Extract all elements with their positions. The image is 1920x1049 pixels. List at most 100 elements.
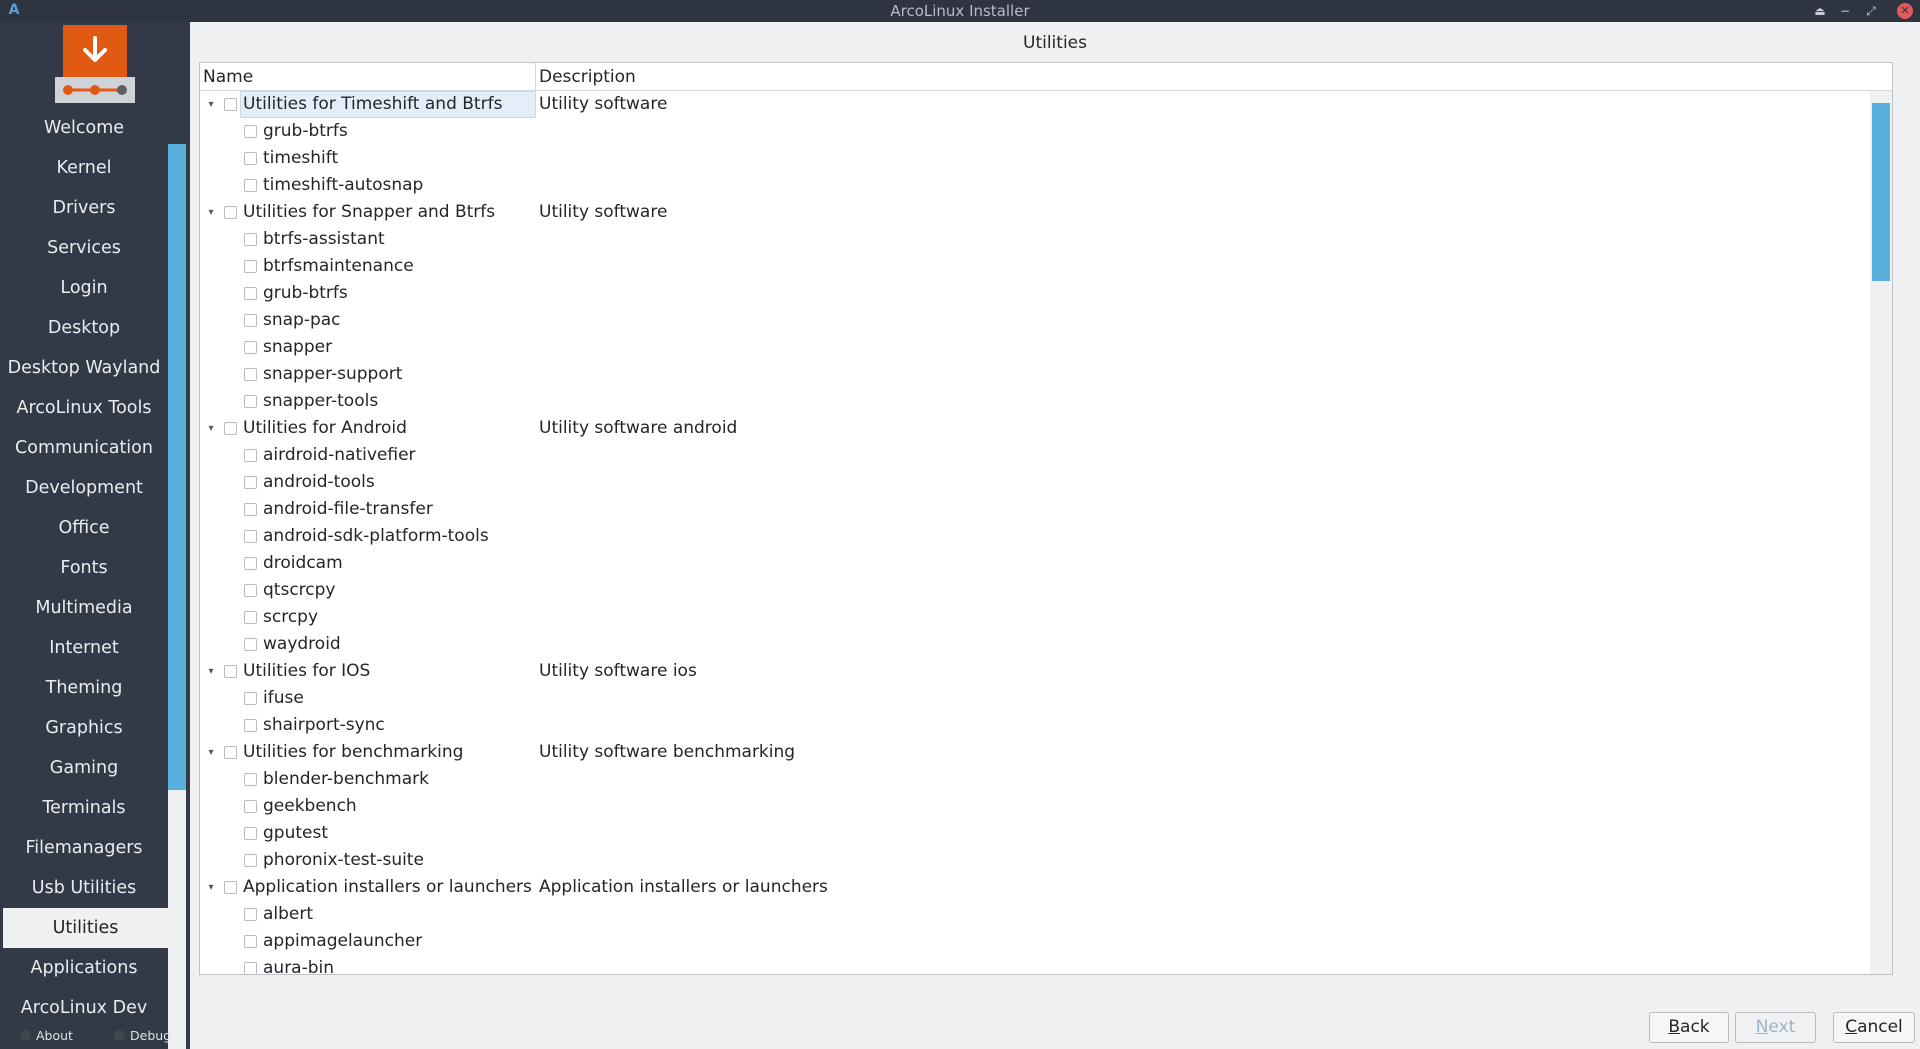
tree-group-row[interactable]: ▾ Utilities for Android Utility software a…	[200, 415, 1872, 442]
tree-package-row[interactable]: blender-benchmark	[200, 766, 1872, 793]
sidebar-item-desktop-wayland[interactable]: Desktop Wayland	[0, 348, 168, 388]
sidebar-item-theming[interactable]: Theming	[0, 668, 168, 708]
back-button[interactable]: Back	[1649, 1012, 1729, 1043]
package-checkbox[interactable]	[244, 341, 257, 354]
tree-package-row[interactable]: snapper-tools	[200, 388, 1872, 415]
tree-package-row[interactable]: android-sdk-platform-tools	[200, 523, 1872, 550]
package-checkbox[interactable]	[244, 935, 257, 948]
tree-package-row[interactable]: timeshift	[200, 145, 1872, 172]
sidebar-item-kernel[interactable]: Kernel	[0, 148, 168, 188]
sidebar-item-multimedia[interactable]: Multimedia	[0, 588, 168, 628]
tree-package-row[interactable]: phoronix-test-suite	[200, 847, 1872, 874]
tree-group-row[interactable]: ▾ Application installers or launchers Appl…	[200, 874, 1872, 901]
sidebar-item-arcolinux-tools[interactable]: ArcoLinux Tools	[0, 388, 168, 428]
package-checkbox[interactable]	[244, 611, 257, 624]
sidebar-item-login[interactable]: Login	[0, 268, 168, 308]
sidebar-item-arcolinux-dev[interactable]: ArcoLinux Dev	[0, 988, 168, 1028]
column-header-description[interactable]: Description	[536, 63, 636, 91]
sidebar-item-filemanagers[interactable]: Filemanagers	[0, 828, 168, 868]
tree-package-row[interactable]: snapper-support	[200, 361, 1872, 388]
tree-package-row[interactable]: btrfsmaintenance	[200, 253, 1872, 280]
package-checkbox[interactable]	[244, 584, 257, 597]
tree-package-row[interactable]: appimagelauncher	[200, 928, 1872, 955]
tree-scrollbar-thumb[interactable]	[1872, 103, 1890, 281]
sidebar-item-services[interactable]: Services	[0, 228, 168, 268]
package-checkbox[interactable]	[244, 395, 257, 408]
expand-chevron-icon[interactable]: ▾	[204, 91, 218, 118]
package-checkbox[interactable]	[244, 692, 257, 705]
package-checkbox[interactable]	[244, 719, 257, 732]
tree-package-row[interactable]: snap-pac	[200, 307, 1872, 334]
tree-package-row[interactable]: aura-bin	[200, 955, 1872, 974]
tree-package-row[interactable]: scrcpy	[200, 604, 1872, 631]
minimize-icon[interactable]: −	[1836, 2, 1854, 20]
sidebar-item-applications[interactable]: Applications	[0, 948, 168, 988]
tree-package-row[interactable]: timeshift-autosnap	[200, 172, 1872, 199]
package-checkbox[interactable]	[244, 854, 257, 867]
sidebar-item-utilities[interactable]: Utilities	[3, 908, 168, 948]
package-checkbox[interactable]	[244, 503, 257, 516]
package-checkbox[interactable]	[244, 260, 257, 273]
tree-package-row[interactable]: droidcam	[200, 550, 1872, 577]
package-checkbox[interactable]	[224, 665, 237, 678]
package-checkbox[interactable]	[244, 476, 257, 489]
keep-above-icon[interactable]: ⏏	[1811, 2, 1829, 20]
package-checkbox[interactable]	[244, 773, 257, 786]
tree-package-row[interactable]: qtscrcpy	[200, 577, 1872, 604]
tree-group-row[interactable]: ▾ Utilities for Timeshift and Btrfs Utilit…	[200, 91, 1872, 118]
tree-package-row[interactable]: btrfs-assistant	[200, 226, 1872, 253]
tree-group-row[interactable]: ▾ Utilities for benchmarking Utility softw…	[200, 739, 1872, 766]
package-checkbox[interactable]	[224, 98, 237, 111]
package-checkbox[interactable]	[224, 422, 237, 435]
package-checkbox[interactable]	[244, 179, 257, 192]
close-icon[interactable]: ✕	[1897, 3, 1913, 19]
tree-package-row[interactable]: android-tools	[200, 469, 1872, 496]
tree-package-row[interactable]: shairport-sync	[200, 712, 1872, 739]
package-checkbox[interactable]	[224, 746, 237, 759]
expand-chevron-icon[interactable]: ▾	[204, 874, 218, 901]
tree-scrollbar[interactable]	[1870, 91, 1892, 974]
cancel-button[interactable]: Cancel	[1833, 1012, 1915, 1043]
sidebar-scrollbar-thumb[interactable]	[168, 144, 186, 790]
tree-package-row[interactable]: waydroid	[200, 631, 1872, 658]
sidebar-item-drivers[interactable]: Drivers	[0, 188, 168, 228]
sidebar-item-desktop[interactable]: Desktop	[0, 308, 168, 348]
package-checkbox[interactable]	[244, 908, 257, 921]
tree-package-row[interactable]: grub-btrfs	[200, 280, 1872, 307]
package-checkbox[interactable]	[244, 827, 257, 840]
tree-package-row[interactable]: android-file-transfer	[200, 496, 1872, 523]
package-checkbox[interactable]	[244, 152, 257, 165]
tree-package-row[interactable]: snapper	[200, 334, 1872, 361]
tree-group-row[interactable]: ▾ Utilities for Snapper and Btrfs Utility …	[200, 199, 1872, 226]
expand-chevron-icon[interactable]: ▾	[204, 658, 218, 685]
package-checkbox[interactable]	[244, 125, 257, 138]
column-header-name[interactable]: Name	[200, 63, 536, 91]
package-checkbox[interactable]	[244, 638, 257, 651]
sidebar-item-gaming[interactable]: Gaming	[0, 748, 168, 788]
sidebar-item-terminals[interactable]: Terminals	[0, 788, 168, 828]
package-checkbox[interactable]	[244, 962, 257, 974]
package-checkbox[interactable]	[244, 557, 257, 570]
package-checkbox[interactable]	[244, 314, 257, 327]
package-checkbox[interactable]	[244, 449, 257, 462]
sidebar-item-communication[interactable]: Communication	[0, 428, 168, 468]
tree-package-row[interactable]: airdroid-nativefier	[200, 442, 1872, 469]
sidebar-item-fonts[interactable]: Fonts	[0, 548, 168, 588]
package-checkbox[interactable]	[244, 368, 257, 381]
sidebar-item-usb-utilities[interactable]: Usb Utilities	[0, 868, 168, 908]
sidebar-item-internet[interactable]: Internet	[0, 628, 168, 668]
debug-button[interactable]: Debug	[114, 1028, 171, 1043]
next-button[interactable]: Next	[1735, 1012, 1816, 1043]
tree-package-row[interactable]: grub-btrfs	[200, 118, 1872, 145]
maximize-icon[interactable]: ⤢	[1862, 2, 1880, 20]
package-checkbox[interactable]	[244, 800, 257, 813]
about-button[interactable]: About	[20, 1028, 73, 1043]
sidebar-item-graphics[interactable]: Graphics	[0, 708, 168, 748]
tree-package-row[interactable]: gputest	[200, 820, 1872, 847]
expand-chevron-icon[interactable]: ▾	[204, 415, 218, 442]
expand-chevron-icon[interactable]: ▾	[204, 199, 218, 226]
sidebar-item-welcome[interactable]: Welcome	[0, 108, 168, 148]
package-checkbox[interactable]	[224, 881, 237, 894]
tree-package-row[interactable]: geekbench	[200, 793, 1872, 820]
sidebar-item-development[interactable]: Development	[0, 468, 168, 508]
